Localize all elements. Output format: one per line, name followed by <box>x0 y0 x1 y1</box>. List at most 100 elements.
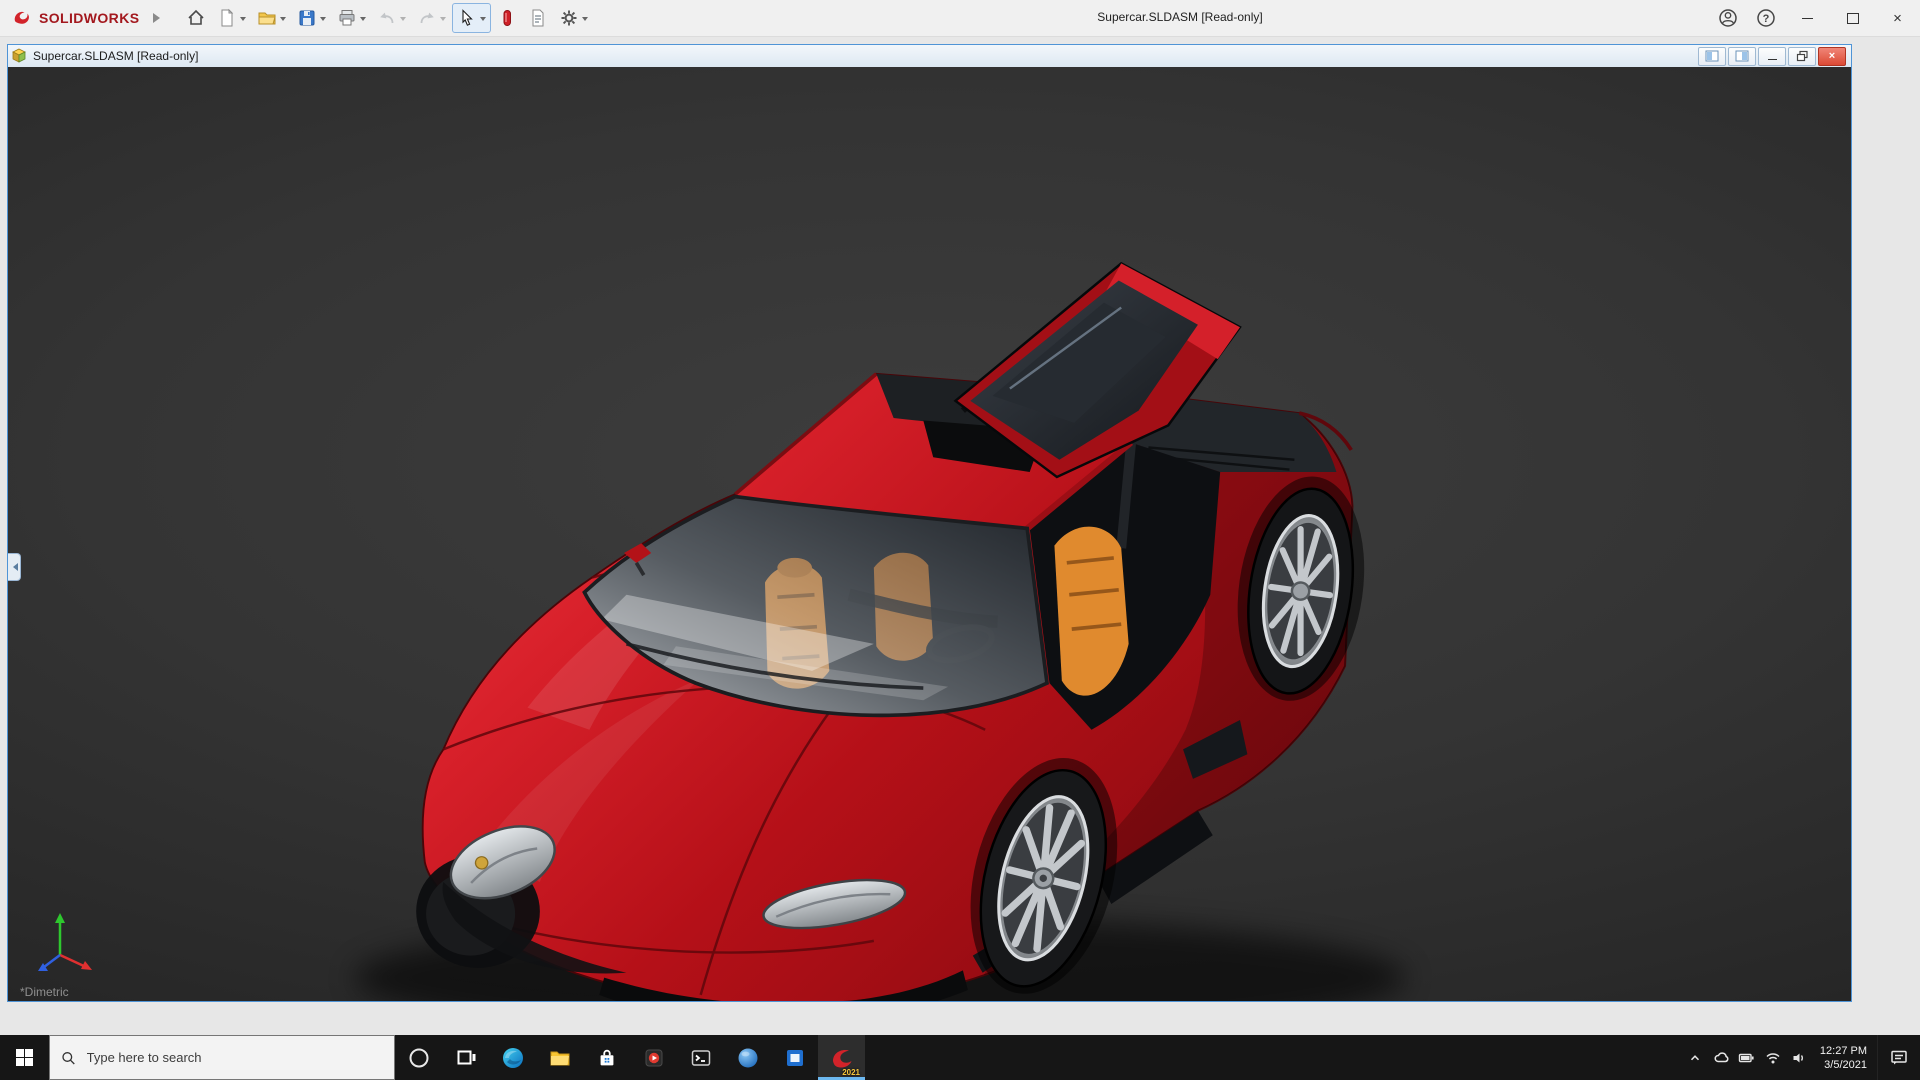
appearances-button[interactable] <box>492 3 522 33</box>
redo-arrow-icon <box>417 8 437 28</box>
start-button[interactable] <box>0 1035 49 1080</box>
dropdown-caret-icon[interactable] <box>440 17 446 24</box>
media-app-icon <box>642 1046 666 1070</box>
open-button[interactable] <box>252 3 291 33</box>
orientation-triad[interactable] <box>34 909 94 975</box>
select-cursor-icon <box>457 8 477 28</box>
dropdown-caret-icon[interactable] <box>400 17 406 24</box>
speaker-icon <box>1791 1050 1807 1066</box>
app-close-button[interactable]: × <box>1875 0 1920 36</box>
dropdown-caret-icon[interactable] <box>582 17 588 24</box>
solidworks-version-badge: 2021 <box>842 1068 860 1077</box>
account-button[interactable] <box>1709 0 1747 36</box>
dropdown-caret-icon[interactable] <box>480 17 486 24</box>
quick-access-toolbar <box>181 3 593 33</box>
new-document-button[interactable] <box>212 3 251 33</box>
titlebar-right-controls: ? × <box>1709 0 1920 36</box>
view-orientation-label: *Dimetric <box>20 985 69 999</box>
help-icon: ? <box>1756 8 1776 28</box>
taskbar-icon-edge[interactable] <box>489 1035 536 1080</box>
save-button[interactable] <box>292 3 331 33</box>
options-button[interactable] <box>554 3 593 33</box>
command-prompt-icon <box>689 1046 713 1070</box>
close-icon: × <box>1893 10 1902 27</box>
action-center-button[interactable] <box>1877 1035 1920 1080</box>
cloud-icon <box>1713 1050 1729 1066</box>
taskbar-icon-browser-sphere[interactable] <box>724 1035 771 1080</box>
house-icon <box>186 8 206 28</box>
taskbar-icon-task-view[interactable] <box>442 1035 489 1080</box>
print-button[interactable] <box>332 3 371 33</box>
file-properties-button[interactable] <box>523 3 553 33</box>
gear-icon <box>559 8 579 28</box>
split-pane-left-icon <box>1705 50 1719 62</box>
supercar-3d-model <box>8 67 1851 1001</box>
tray-cloud-button[interactable] <box>1708 1035 1734 1080</box>
blue-sphere-icon <box>736 1046 760 1070</box>
app-title: Supercar.SLDASM [Read-only] <box>1000 10 1360 24</box>
display-pane-left-button[interactable] <box>1698 47 1726 66</box>
maximize-icon <box>1847 13 1859 24</box>
undo-button[interactable] <box>372 3 411 33</box>
select-tool-button[interactable] <box>452 3 491 33</box>
taskbar-icon-command-prompt[interactable] <box>677 1035 724 1080</box>
feature-tree-collapse-tab[interactable] <box>8 553 21 581</box>
doc-minimize-button[interactable] <box>1758 47 1786 66</box>
app-minimize-button[interactable] <box>1785 0 1830 36</box>
printer-icon <box>337 8 357 28</box>
assembly-document-icon <box>11 48 27 64</box>
clock-time: 12:27 PM <box>1820 1044 1867 1058</box>
open-folder-icon <box>257 8 277 28</box>
svg-text:?: ? <box>1763 13 1770 25</box>
chevron-left-icon <box>9 563 18 571</box>
taskbar-icon-blue-app[interactable] <box>771 1035 818 1080</box>
tray-overflow-button[interactable] <box>1682 1035 1708 1080</box>
dropdown-caret-icon[interactable] <box>280 17 286 24</box>
cortana-icon <box>408 1047 430 1069</box>
store-bag-icon <box>596 1047 618 1069</box>
dropdown-caret-icon[interactable] <box>240 17 246 24</box>
tray-network-button[interactable] <box>1760 1035 1786 1080</box>
taskbar-icon-file-explorer[interactable] <box>536 1035 583 1080</box>
tray-battery-button[interactable] <box>1734 1035 1760 1080</box>
chevron-up-icon <box>1688 1051 1702 1065</box>
battery-icon <box>1738 1050 1755 1066</box>
document-window-controls: × <box>1698 47 1848 66</box>
search-input[interactable] <box>85 1049 383 1066</box>
document-lines-icon <box>528 8 548 28</box>
app-titlebar: SOLIDWORKS <box>0 0 1920 37</box>
viewport-canvas[interactable]: *Dimetric <box>8 67 1851 1001</box>
task-view-icon <box>455 1047 477 1069</box>
taskbar-clock[interactable]: 12:27 PM 3/5/2021 <box>1812 1044 1877 1072</box>
wifi-icon <box>1765 1050 1781 1066</box>
display-pane-right-button[interactable] <box>1728 47 1756 66</box>
taskbar-icon-store[interactable] <box>583 1035 630 1080</box>
taskbar-icon-solidworks[interactable]: 2021 <box>818 1035 865 1080</box>
home-button[interactable] <box>181 3 211 33</box>
taskbar-icon-media-app[interactable] <box>630 1035 677 1080</box>
chevron-right-icon[interactable] <box>153 13 165 23</box>
windows-taskbar: 2021 12:27 PM 3/5/2021 <box>0 1035 1920 1080</box>
split-pane-right-icon <box>1735 50 1749 62</box>
app-maximize-button[interactable] <box>1830 0 1875 36</box>
restore-icon <box>1796 50 1809 62</box>
taskbar-icon-cortana[interactable] <box>395 1035 442 1080</box>
doc-close-button[interactable]: × <box>1818 47 1846 66</box>
redo-button[interactable] <box>412 3 451 33</box>
doc-restore-button[interactable] <box>1788 47 1816 66</box>
user-account-icon <box>1718 8 1738 28</box>
taskbar-search[interactable] <box>49 1035 395 1080</box>
document-titlebar[interactable]: Supercar.SLDASM [Read-only] × <box>8 45 1851 68</box>
document-title: Supercar.SLDASM [Read-only] <box>33 49 198 63</box>
document-window: Supercar.SLDASM [Read-only] × <box>7 44 1852 1002</box>
solidworks-brand: SOLIDWORKS <box>0 8 147 28</box>
dropdown-caret-icon[interactable] <box>320 17 326 24</box>
search-icon <box>61 1050 76 1066</box>
tray-volume-button[interactable] <box>1786 1035 1812 1080</box>
system-tray: 12:27 PM 3/5/2021 <box>1682 1035 1920 1080</box>
file-explorer-icon <box>548 1046 572 1070</box>
minimize-icon <box>1802 18 1813 19</box>
help-button[interactable]: ? <box>1747 0 1785 36</box>
dropdown-caret-icon[interactable] <box>360 17 366 24</box>
dassault-logo-icon <box>12 8 34 28</box>
